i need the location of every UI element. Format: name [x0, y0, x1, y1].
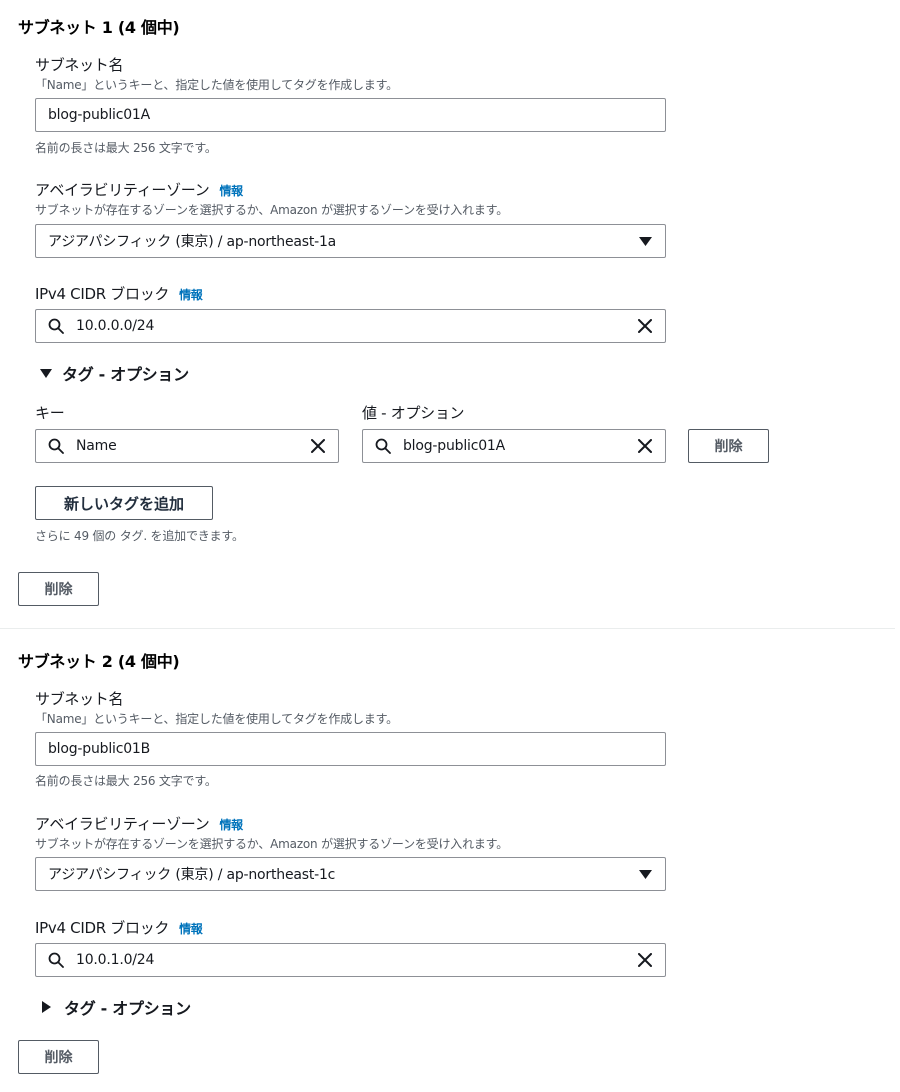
add-tag-button[interactable]: 新しいタグを追加 — [35, 486, 213, 520]
subnet-1-tags-toggle[interactable]: タグ - オプション — [40, 361, 189, 385]
tag-key-value: Name — [76, 438, 117, 454]
subnet-1-az-label-text: アベイラビリティーゾーン — [35, 181, 210, 199]
caret-down-icon — [40, 368, 62, 378]
search-icon — [36, 429, 76, 463]
subnet-2-az-select[interactable]: アジアパシフィック (東京) / ap-northeast-1c — [35, 857, 666, 891]
subnet-2-cidr-input[interactable]: 10.0.1.0/24 — [35, 943, 666, 977]
close-icon[interactable] — [625, 429, 665, 463]
subnet-1-az-info-link[interactable]: 情報 — [219, 184, 243, 198]
caret-down-icon — [625, 224, 665, 258]
subnet-1-cidr-label: IPv4 CIDR ブロック 情報 — [35, 283, 203, 304]
subnet-2-title: サブネット 2 (4 個中) — [18, 652, 180, 671]
subnet-1-cidr-label-text: IPv4 CIDR ブロック — [35, 285, 170, 303]
subnet-2-name-label: サブネット名 — [35, 690, 124, 708]
subnet-2-name-input[interactable]: blog-public01B — [35, 732, 666, 766]
tag-value-input[interactable]: blog-public01A — [362, 429, 666, 463]
subnet-1-cidr-info-link[interactable]: 情報 — [179, 288, 203, 302]
caret-down-icon — [625, 857, 665, 891]
subnet-2-name-hint: 名前の長さは最大 256 文字です。 — [35, 774, 217, 788]
subnet-1-az-label: アベイラビリティーゾーン 情報 — [35, 179, 243, 200]
close-icon[interactable] — [298, 429, 338, 463]
subnet-2-cidr-label-text: IPv4 CIDR ブロック — [35, 919, 170, 937]
subnet-1-name-input[interactable]: blog-public01A — [35, 98, 666, 132]
subnet-2-name-value: blog-public01B — [48, 741, 151, 757]
search-icon — [36, 943, 76, 977]
subnet-1-name-label: サブネット名 — [35, 56, 124, 74]
subnet-1-cidr-input[interactable]: 10.0.0.0/24 — [35, 309, 666, 343]
subnet-1-name-description: 「Name」というキーと、指定した値を使用してタグを作成します。 — [35, 78, 398, 92]
subnet-2-cidr-value: 10.0.1.0/24 — [76, 952, 155, 968]
subnet-1-name-value: blog-public01A — [48, 107, 150, 123]
subnet-1-az-description: サブネットが存在するゾーンを選択するか、Amazon が選択するゾーンを受け入れ… — [35, 203, 509, 217]
tag-value-label: 値 - オプション — [362, 404, 465, 422]
tag-key-input[interactable]: Name — [35, 429, 339, 463]
tag-key-label: キー — [35, 404, 65, 422]
close-icon[interactable] — [625, 943, 665, 977]
subnet-2-cidr-label: IPv4 CIDR ブロック 情報 — [35, 917, 203, 938]
subnet-1-az-select[interactable]: アジアパシフィック (東京) / ap-northeast-1a — [35, 224, 666, 258]
close-icon[interactable] — [625, 309, 665, 343]
subnet-2-tags-toggle-label: タグ - オプション — [64, 999, 191, 1018]
subnet-1-remove-button[interactable]: 削除 — [18, 572, 99, 606]
subnet-1-cidr-value: 10.0.0.0/24 — [76, 318, 155, 334]
subnet-1-az-value: アジアパシフィック (東京) / ap-northeast-1a — [48, 234, 337, 250]
subnet-2-remove-button[interactable]: 削除 — [18, 1040, 99, 1074]
subnet-1-tags-toggle-label: タグ - オプション — [62, 365, 189, 384]
tag-value-value: blog-public01A — [403, 438, 505, 454]
subnet-1-name-hint: 名前の長さは最大 256 文字です。 — [35, 141, 217, 155]
search-icon — [363, 429, 403, 463]
tag-remove-button[interactable]: 削除 — [688, 429, 769, 463]
search-icon — [36, 309, 76, 343]
section-divider — [0, 628, 895, 629]
subnet-1-title: サブネット 1 (4 個中) — [18, 18, 180, 37]
subnet-2-az-label-text: アベイラビリティーゾーン — [35, 815, 210, 833]
subnet-2-az-value: アジアパシフィック (東京) / ap-northeast-1c — [48, 867, 336, 883]
subnet-2-cidr-info-link[interactable]: 情報 — [179, 922, 203, 936]
subnet-2-az-description: サブネットが存在するゾーンを選択するか、Amazon が選択するゾーンを受け入れ… — [35, 837, 509, 851]
subnet-2-az-label: アベイラビリティーゾーン 情報 — [35, 813, 243, 834]
tag-remaining-hint: さらに 49 個の タグ. を追加できます。 — [35, 529, 244, 543]
subnet-2-az-info-link[interactable]: 情報 — [219, 818, 243, 832]
subnet-2-tags-toggle[interactable]: タグ - オプション — [42, 995, 191, 1019]
subnet-2-name-description: 「Name」というキーと、指定した値を使用してタグを作成します。 — [35, 712, 398, 726]
caret-right-icon — [42, 1001, 64, 1013]
